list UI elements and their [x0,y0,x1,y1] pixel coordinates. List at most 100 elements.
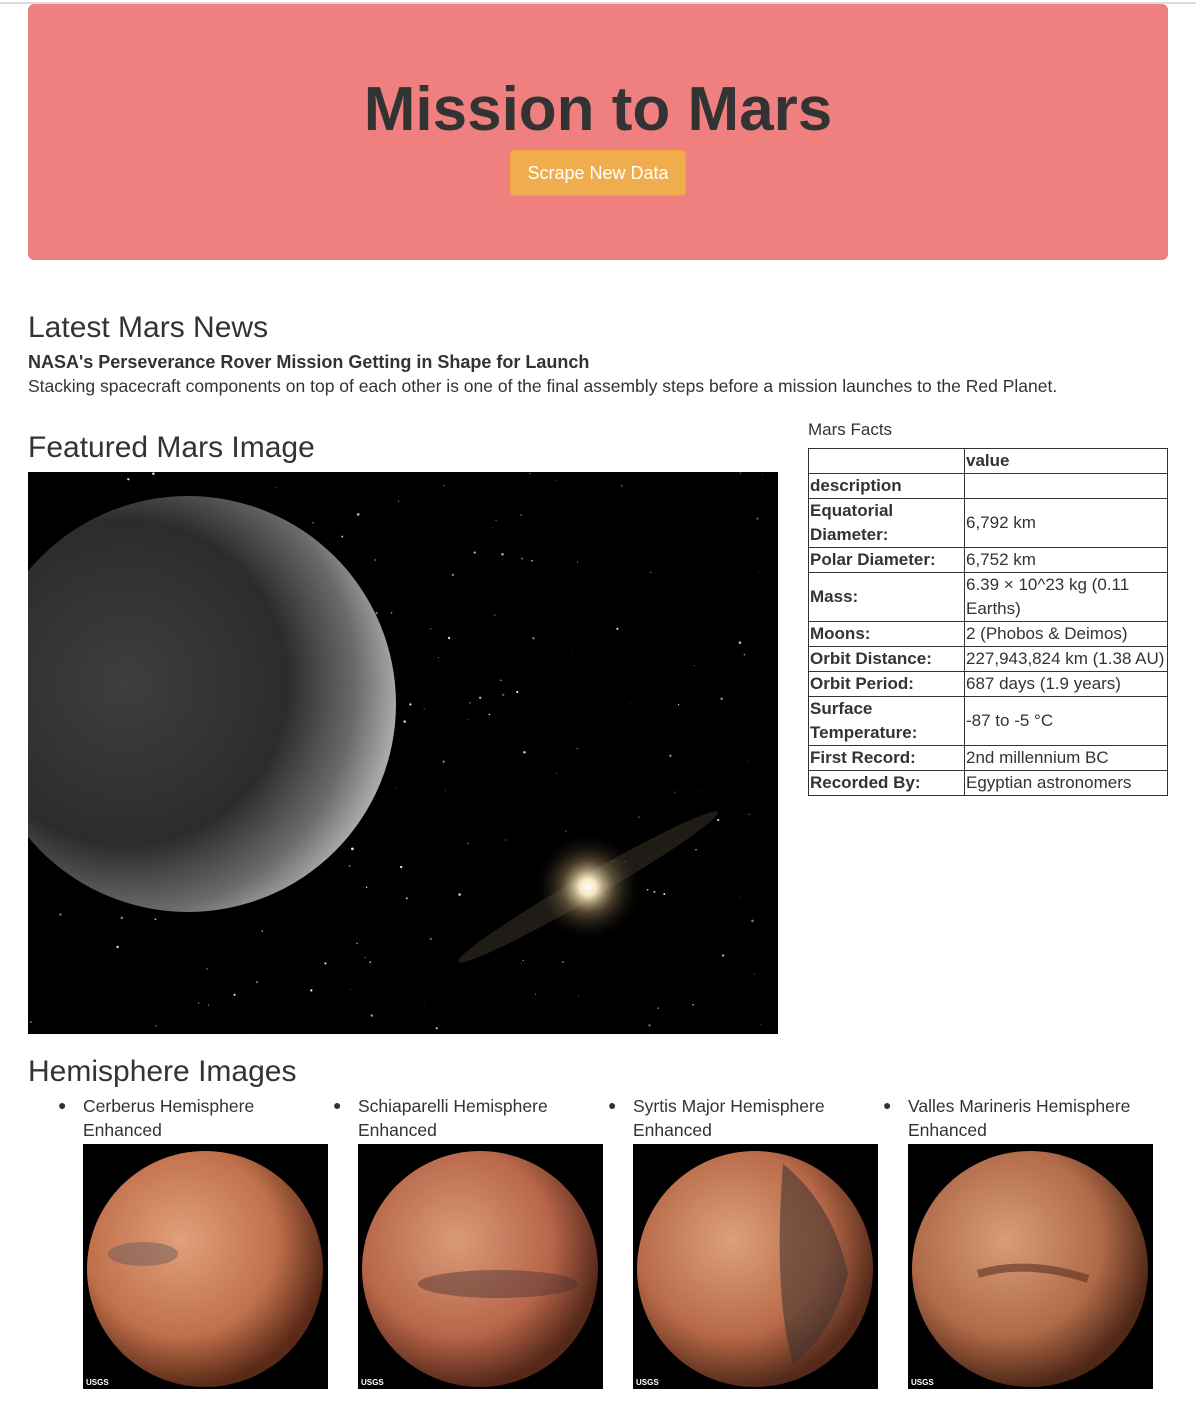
hemisphere-title: Syrtis Major Hemisphere Enhanced [633,1096,825,1140]
star-dot [494,614,496,616]
fact-label: Moons: [808,621,965,647]
hemisphere-image[interactable]: USGS [83,1144,328,1389]
star-dot [374,559,376,561]
star-dot [466,842,469,845]
star-dot [447,636,451,640]
star-dot [227,1009,229,1010]
fact-label: Orbit Distance: [808,646,965,672]
facts-row: First Record: 2nd millennium BC [808,745,1168,771]
star-dot [505,839,507,841]
star-dot [629,703,631,704]
star-dot [663,893,666,896]
star-dot [518,475,520,477]
star-dot [443,484,445,487]
star-dot [85,966,87,968]
star-dot [356,942,358,944]
fact-value: 6,752 km [964,547,1168,573]
facts-index-label: description [808,473,965,499]
facts-row: Orbit Distance: 227,943,824 km (1.38 AU) [808,646,1168,672]
star-dot [155,1025,157,1027]
star-dot [653,890,656,893]
star-dot [356,513,360,516]
star-dot [500,679,502,681]
star-dot [577,995,579,996]
star-dot [674,791,676,793]
star-dot [488,713,491,716]
star-dot [458,893,461,896]
facts-row: Surface Temperature: -87 to -5 °C [808,696,1168,746]
star-dot [717,818,720,822]
fact-label: Polar Diameter: [808,547,965,573]
fact-value: 227,943,824 km (1.38 AU) [964,646,1168,672]
star-dot [747,760,748,762]
star-dot [501,553,504,556]
star-dot [577,561,579,563]
star-dot [758,571,760,573]
star-dot [423,708,425,710]
star-dot [571,651,573,653]
featured-image-svg [28,472,778,1034]
star-dot [677,704,680,706]
facts-row: Polar Diameter: 6,752 km [808,547,1168,573]
star-dot [473,551,476,554]
star-dot [390,612,393,614]
star-dot [739,472,742,474]
star-dot [451,573,455,577]
hemisphere-image[interactable]: USGS [358,1144,603,1389]
star-dot [349,988,351,990]
fact-label: Orbit Period: [808,671,965,697]
star-dot [370,1014,374,1017]
star-dot [620,548,622,550]
mars-globe-icon [908,1144,1153,1389]
star-dot [495,519,497,522]
star-dot [310,989,313,992]
star-dot [522,960,524,962]
star-dot [532,637,535,640]
star-dot [29,1020,32,1023]
star-dot [275,487,277,488]
facts-body: Equatorial Diameter: 6,792 km Polar Diame… [808,498,1168,796]
hemisphere-item: ● Schiaparelli Hemisphere Enhanced USGS [333,1094,608,1389]
star-dot [761,474,763,476]
hemisphere-item: ● Valles Marineris Hemisphere Enhanced U… [883,1094,1158,1389]
fact-label: Recorded By: [808,770,965,796]
star-dot [341,535,344,538]
facts-row: Orbit Period: 687 days (1.9 years) [808,671,1168,697]
star-dot [648,1024,651,1027]
scrape-new-data-button[interactable]: Scrape New Data [510,150,686,196]
hemisphere-image[interactable]: USGS [908,1144,1153,1389]
bullet-icon: ● [608,1097,617,1113]
facts-index-empty [964,473,1168,499]
star-dot [444,790,446,792]
fact-label: First Record: [808,745,965,771]
facts-header-empty [808,448,965,474]
facts-row: Recorded By: Egyptian astronomers [808,770,1168,796]
featured-mars-image [28,472,778,1034]
star-dot [403,720,406,723]
star-dot [576,748,578,750]
star-dot [423,1001,425,1003]
star-dot [760,1024,762,1026]
fact-value: 2 (Phobos & Deimos) [964,621,1168,647]
star-dot [620,484,623,487]
page-title: Mission to Mars [363,75,833,144]
star-dot [120,916,124,920]
star-dot [59,913,62,916]
star-dot [485,687,486,689]
star-dot [116,945,119,949]
star-dot [721,954,725,957]
star-dot [248,1032,250,1034]
star-dot [365,886,368,888]
star-dot [256,981,259,984]
star-dot [127,478,130,481]
hemisphere-image[interactable]: USGS [633,1144,878,1389]
star-dot [479,696,482,699]
star-dot [395,786,397,788]
facts-index-row: description [808,473,1168,499]
fact-value: 6.39 × 10^23 kg (0.11 Earths) [964,572,1168,622]
hemisphere-title: Cerberus Hemisphere Enhanced [83,1096,255,1140]
star-dot [261,930,264,932]
star-dot [206,968,208,970]
star-dot [405,897,408,900]
star-dot [531,559,533,562]
